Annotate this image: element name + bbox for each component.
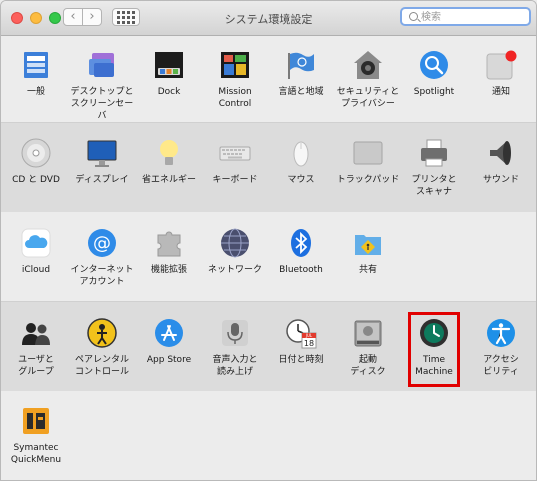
pref-date-time[interactable]: JUL 18 日付と時刻 (268, 309, 334, 391)
pref-bluetooth[interactable]: Bluetooth (268, 219, 334, 301)
svg-text:JUL: JUL (305, 333, 313, 338)
pref-keyboard[interactable]: キーボード (202, 129, 268, 211)
network-icon (219, 227, 251, 259)
search-icon (409, 12, 418, 21)
pref-dictation-speech[interactable]: 音声入力と 読み上げ (202, 309, 268, 391)
internet-accounts-icon: @ (86, 227, 118, 259)
accessibility-icon (485, 317, 517, 349)
pref-language-region[interactable]: 言語と地域 (268, 41, 334, 123)
dictation-speech-icon (219, 317, 251, 349)
pref-energy-saver[interactable]: 省エネルギー (136, 129, 202, 211)
trackpad-icon (352, 137, 384, 169)
pref-sound[interactable]: サウンド (468, 129, 534, 211)
pref-parental-controls[interactable]: ペアレンタル コントロール (69, 309, 135, 391)
pref-printer-scanner[interactable]: プリンタと スキャナ (401, 129, 467, 211)
search-field[interactable] (400, 7, 531, 26)
app-store-icon (153, 317, 185, 349)
energy-saver-icon (153, 137, 185, 169)
cd-dvd-icon (20, 137, 52, 169)
pref-trackpad[interactable]: トラックパッド (335, 129, 401, 211)
mission-control-icon (219, 49, 251, 81)
icloud-icon (20, 227, 52, 259)
pref-users-groups[interactable]: ユーザと グループ (3, 309, 69, 391)
extensions-icon (153, 227, 185, 259)
pref-startup-disk[interactable]: 起動 ディスク (335, 309, 401, 391)
sound-icon (485, 137, 517, 169)
svg-text:@: @ (93, 233, 111, 254)
pref-desktop-screensaver[interactable]: デスクトップと スクリーンセーバ (69, 41, 135, 123)
pref-icloud[interactable]: iCloud (3, 219, 69, 301)
date-time-icon: JUL 18 (285, 317, 317, 349)
pref-notifications[interactable]: 通知 (468, 41, 534, 123)
dock-icon (153, 49, 185, 81)
pref-symantec-quickmenu[interactable]: Symantec QuickMenu (3, 397, 69, 479)
pref-security-privacy[interactable]: セキュリティと プライバシー (335, 41, 401, 123)
search-input[interactable] (421, 10, 526, 24)
parental-controls-icon (86, 317, 118, 349)
general-icon (20, 49, 52, 81)
svg-text:18: 18 (304, 339, 314, 348)
desktop-screensaver-icon (86, 49, 118, 81)
keyboard-icon (219, 137, 251, 169)
pref-dock[interactable]: Dock (136, 41, 202, 123)
pref-extensions[interactable]: 機能拡張 (136, 219, 202, 301)
pref-general[interactable]: 一般 (3, 41, 69, 123)
pref-mouse[interactable]: マウス (268, 129, 334, 211)
mouse-icon (285, 137, 317, 169)
system-preferences-window: ‹ › システム環境設定 一般 デスクトップと スクリーンセーバ Dock (0, 0, 537, 481)
sharing-icon (352, 227, 384, 259)
pref-mission-control[interactable]: Mission Control (202, 41, 268, 123)
section-other (1, 391, 536, 480)
pref-accessibility[interactable]: アクセシ ビリティ (468, 309, 534, 391)
users-groups-icon (20, 317, 52, 349)
language-region-icon (285, 49, 317, 81)
symantec-quickmenu-icon (20, 405, 52, 437)
pref-spotlight[interactable]: Spotlight (401, 41, 467, 123)
time-machine-highlight-box (408, 312, 460, 387)
pref-internet-accounts[interactable]: @ インターネット アカウント (69, 219, 135, 301)
bluetooth-icon (285, 227, 317, 259)
display-icon (86, 137, 118, 169)
printer-scanner-icon (418, 137, 450, 169)
pref-cd-dvd[interactable]: CD と DVD (3, 129, 69, 211)
titlebar: ‹ › システム環境設定 (1, 1, 536, 36)
startup-disk-icon (352, 317, 384, 349)
notifications-icon (485, 49, 517, 81)
pref-app-store[interactable]: App Store (136, 309, 202, 391)
pref-display[interactable]: ディスプレイ (69, 129, 135, 211)
security-privacy-icon (352, 49, 384, 81)
pref-sharing[interactable]: 共有 (335, 219, 401, 301)
spotlight-icon (418, 49, 450, 81)
pref-network[interactable]: ネットワーク (202, 219, 268, 301)
